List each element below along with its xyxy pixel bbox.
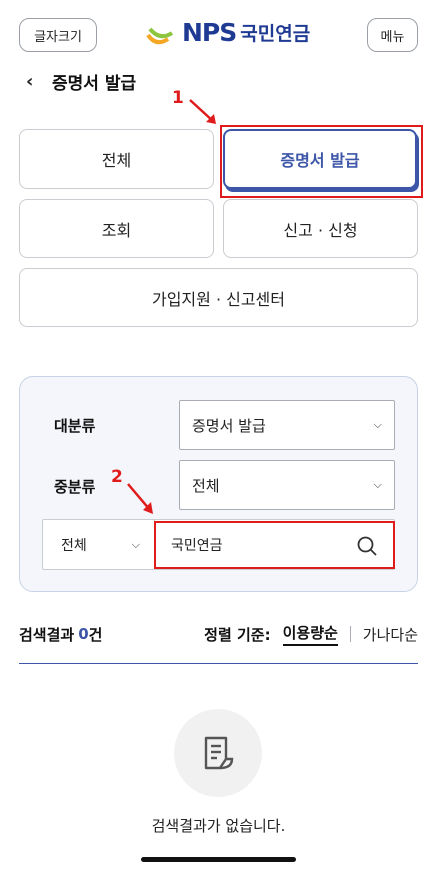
major-category-value: 증명서 발급 — [192, 416, 266, 435]
results-count: 0 — [78, 625, 89, 643]
page-title: 증명서 발급 — [52, 73, 137, 94]
logo-korean-text: 국민연금 — [240, 22, 311, 45]
empty-state-message: 검색결과가 없습니다. — [151, 817, 286, 835]
sort-label: 정렬 기준: — [204, 625, 271, 644]
annotation-number-1: 1 — [172, 88, 184, 108]
empty-state-circle — [174, 709, 262, 797]
results-unit: 건 — [88, 625, 103, 644]
category-support-center[interactable]: 가입지원 · 신고센터 — [19, 268, 418, 327]
logo-text: NPS — [182, 17, 237, 47]
results-row: 검색결과 0 건 정렬 기준: 이용량순 가나다순 — [19, 620, 418, 648]
font-size-button[interactable]: 글자크기 — [19, 18, 97, 52]
chevron-down-icon: ⌵ — [373, 418, 382, 431]
category-inquiry[interactable]: 조회 — [19, 199, 214, 258]
category-all[interactable]: 전체 — [19, 129, 214, 189]
chevron-down-icon: ⌵ — [373, 478, 382, 491]
back-chevron-icon[interactable]: ‹ — [26, 71, 48, 92]
menu-button[interactable]: 메뉴 — [367, 18, 418, 52]
results-label: 검색결과 — [19, 625, 75, 644]
page-title-row: ‹ 증명서 발급 — [26, 66, 136, 96]
highlight-box-1 — [220, 125, 423, 198]
major-category-select[interactable]: 증명서 발급 ⌵ — [179, 400, 395, 450]
highlight-box-2 — [154, 521, 395, 569]
sort-options: 정렬 기준: 이용량순 가나다순 — [204, 622, 418, 646]
sort-by-usage[interactable]: 이용량순 — [282, 622, 338, 646]
minor-category-label: 중분류 — [54, 478, 96, 496]
results-divider — [19, 663, 418, 664]
major-category-label: 대분류 — [54, 417, 96, 435]
document-icon — [204, 736, 234, 770]
app-header: 글자크기 NPS 국민연금 메뉴 — [0, 0, 437, 70]
logo-swoosh-icon — [146, 27, 174, 45]
annotation-arrow-1-icon — [189, 99, 216, 124]
annotation-number-2: 2 — [111, 467, 123, 487]
minor-category-value: 전체 — [192, 476, 220, 495]
nps-logo[interactable]: NPS 국민연금 — [146, 14, 310, 50]
search-scope-value: 전체 — [61, 537, 87, 554]
sort-by-alphabetical[interactable]: 가나다순 — [363, 624, 418, 645]
home-indicator[interactable] — [141, 857, 296, 862]
category-report-apply[interactable]: 신고 · 신청 — [223, 199, 418, 258]
annotation-arrow-2-icon — [127, 483, 153, 514]
chevron-down-icon: ⌵ — [131, 537, 140, 551]
sort-separator — [349, 626, 351, 642]
search-scope-select[interactable]: 전체 ⌵ — [43, 520, 155, 569]
minor-category-select[interactable]: 전체 ⌵ — [179, 460, 395, 510]
